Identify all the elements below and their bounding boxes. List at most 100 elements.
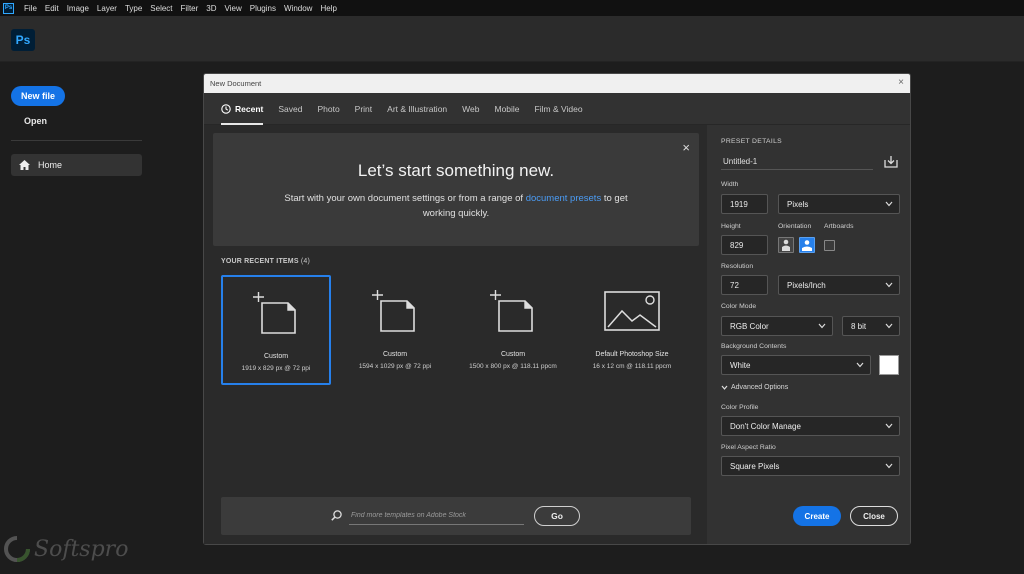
menu-image[interactable]: Image: [63, 4, 93, 13]
portrait-orientation-button[interactable]: [778, 237, 794, 253]
recent-item-name: Default Photoshop Size: [595, 351, 669, 358]
softspro-logo-icon: [4, 536, 30, 562]
recent-items-count: (4): [300, 258, 310, 265]
width-field[interactable]: 1919: [721, 194, 768, 214]
search-icon: [331, 510, 342, 521]
color-mode-select[interactable]: RGB Color: [721, 316, 833, 336]
recent-item-size: 1500 x 800 px @ 118.11 ppcm: [469, 363, 557, 370]
bit-depth-select[interactable]: 8 bit: [842, 316, 900, 336]
welcome-banner: × Let’s start something new. Start with …: [213, 133, 699, 246]
tab-art-illustration[interactable]: Art & Illustration: [387, 93, 447, 125]
tab-photo[interactable]: Photo: [317, 93, 339, 125]
clock-icon: [221, 103, 231, 114]
menu-view[interactable]: View: [221, 4, 246, 13]
color-profile-select[interactable]: Don't Color Manage: [721, 416, 900, 436]
tab-mobile[interactable]: Mobile: [494, 93, 519, 125]
chevron-down-icon: [885, 463, 893, 469]
home-icon: [19, 160, 30, 170]
open-button[interactable]: Open: [24, 116, 47, 126]
tab-web[interactable]: Web: [462, 93, 479, 125]
app-bar: Ps: [0, 16, 1024, 62]
tab-print[interactable]: Print: [355, 93, 372, 125]
recent-pane: × Let’s start something new. Start with …: [204, 125, 707, 544]
dialog-close-icon[interactable]: ×: [898, 78, 904, 88]
menu-edit[interactable]: Edit: [41, 4, 63, 13]
tab-recent[interactable]: Recent: [221, 93, 264, 125]
menu-window[interactable]: Window: [280, 4, 316, 13]
width-unit-select[interactable]: Pixels: [778, 194, 900, 214]
sidebar-item-label: Home: [38, 160, 63, 170]
advanced-options-toggle[interactable]: Advanced Options: [721, 384, 788, 391]
photoshop-logo: Ps: [11, 29, 35, 51]
recent-item-size: 1594 x 1029 px @ 72 ppi: [358, 363, 432, 370]
document-name-field[interactable]: Untitled-1: [721, 154, 873, 170]
width-label: Width: [721, 181, 739, 188]
dialog-title: New Document: [210, 79, 262, 88]
recent-item[interactable]: Custom 1594 x 1029 px @ 72 ppi: [340, 275, 450, 385]
menu-3d[interactable]: 3D: [202, 4, 220, 13]
recent-item[interactable]: Default Photoshop Size 16 x 12 cm @ 118.…: [577, 275, 687, 385]
sidebar-item-home[interactable]: Home: [11, 154, 142, 176]
color-profile-label: Color Profile: [721, 404, 759, 411]
custom-doc-icon: [372, 290, 415, 332]
menu-layer[interactable]: Layer: [93, 4, 121, 13]
watermark-text: Softspro: [34, 536, 129, 562]
height-field[interactable]: 829: [721, 235, 768, 255]
chevron-down-icon: [885, 423, 893, 429]
color-mode-label: Color Mode: [721, 303, 757, 310]
background-color-swatch[interactable]: [879, 355, 899, 375]
banner-title: Let’s start something new.: [357, 161, 555, 180]
chevron-down-icon: [885, 201, 893, 207]
document-presets-link[interactable]: document presets: [526, 193, 602, 204]
landscape-orientation-button[interactable]: [799, 237, 815, 253]
new-file-button[interactable]: New file: [11, 86, 65, 106]
portrait-icon: [782, 239, 790, 251]
landscape-icon: [802, 240, 812, 251]
menu-help[interactable]: Help: [316, 4, 340, 13]
recent-item-name: Custom: [500, 351, 526, 358]
chevron-down-icon: [885, 323, 893, 329]
stock-search-bar: Go: [221, 497, 691, 535]
resolution-field[interactable]: 72: [721, 275, 768, 295]
chevron-down-icon: [818, 323, 826, 329]
chevron-down-icon: [885, 282, 893, 288]
create-button[interactable]: Create: [793, 506, 841, 526]
tab-saved[interactable]: Saved: [278, 93, 302, 125]
artboards-label: Artboards: [824, 223, 854, 230]
photoshop-mini-icon[interactable]: Ps: [3, 2, 14, 14]
chevron-down-icon: [721, 385, 728, 390]
tab-film-video[interactable]: Film & Video: [535, 93, 583, 125]
stock-search-input[interactable]: [349, 507, 524, 525]
custom-doc-icon: [253, 292, 296, 334]
background-contents-select[interactable]: White: [721, 355, 871, 375]
go-button[interactable]: Go: [534, 506, 580, 526]
preset-details-pane: PRESET DETAILS Untitled-1 Width 1919 Pix…: [707, 125, 910, 544]
background-contents-label: Background Contents: [721, 343, 787, 350]
close-button[interactable]: Close: [850, 506, 898, 526]
watermark: Softspro: [4, 536, 128, 562]
banner-close-icon[interactable]: ×: [682, 140, 690, 155]
preset-details-heading: PRESET DETAILS: [721, 138, 782, 145]
pixel-aspect-ratio-select[interactable]: Square Pixels: [721, 456, 900, 476]
sidebar-divider: [11, 140, 142, 141]
recent-item[interactable]: Custom 1500 x 800 px @ 118.11 ppcm: [458, 275, 568, 385]
recent-items-heading: YOUR RECENT ITEMS (4): [221, 258, 310, 265]
resolution-unit-select[interactable]: Pixels/Inch: [778, 275, 900, 295]
custom-doc-icon: [490, 290, 533, 332]
menu-select[interactable]: Select: [146, 4, 176, 13]
preset-tabs: Recent Saved Photo Print Art & Illustrat…: [204, 93, 910, 125]
recent-item-name: Custom: [263, 353, 289, 360]
pixel-aspect-ratio-label: Pixel Aspect Ratio: [721, 444, 776, 451]
artboards-checkbox[interactable]: [824, 240, 835, 251]
height-label: Height: [721, 223, 741, 230]
recent-item[interactable]: Custom 1919 x 829 px @ 72 ppi: [221, 275, 331, 385]
save-preset-icon[interactable]: [884, 155, 898, 168]
banner-text: Start with your own document settings or…: [284, 193, 628, 219]
menu-filter[interactable]: Filter: [177, 4, 203, 13]
menu-type[interactable]: Type: [121, 4, 146, 13]
menu-bar: Ps File Edit Image Layer Type Select Fil…: [0, 0, 1024, 16]
home-sidebar: New file Open Home: [0, 62, 152, 574]
image-placeholder-icon: [604, 291, 660, 331]
menu-file[interactable]: File: [20, 4, 41, 13]
menu-plugins[interactable]: Plugins: [246, 4, 280, 13]
